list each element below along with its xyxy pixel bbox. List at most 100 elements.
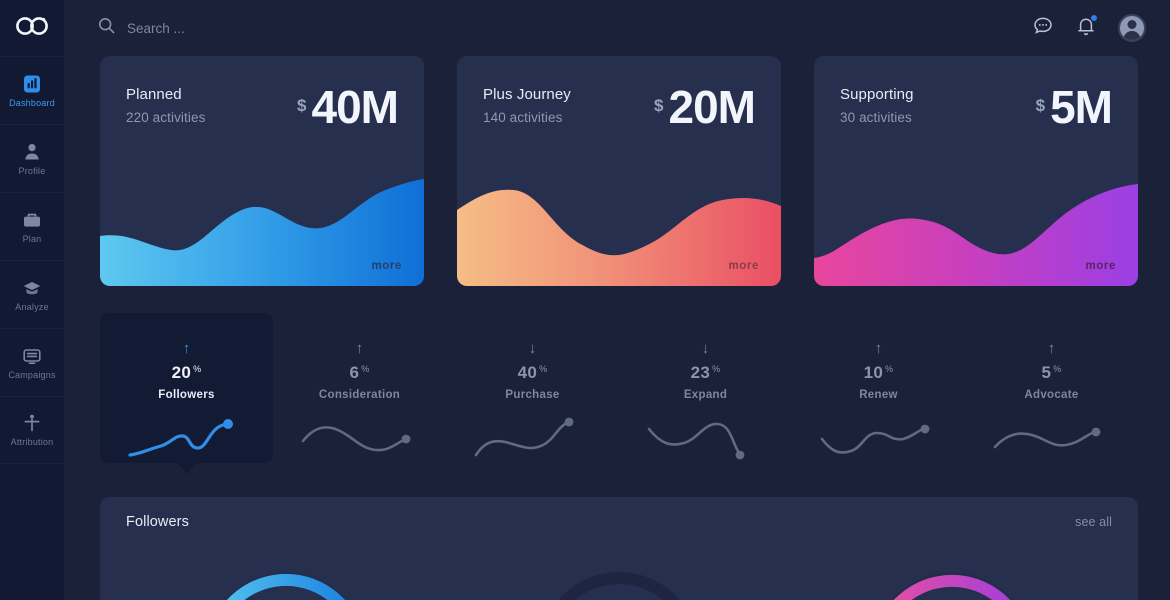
followers-panel: Followers see all — [100, 497, 1138, 600]
sidebar-item-campaigns[interactable]: Campaigns — [0, 328, 64, 396]
search-bar[interactable] — [98, 17, 1032, 39]
search-input[interactable] — [127, 20, 467, 36]
funnel-item-expand[interactable]: ↓ 23 % Expand — [619, 313, 792, 463]
funnel-value-number: 5 — [1041, 363, 1052, 382]
notification-badge — [1090, 13, 1098, 22]
kpi-text: Plus Journey 140 activities — [483, 86, 571, 125]
kpi-subtitle: 30 activities — [840, 110, 912, 125]
funnel-label: Expand — [683, 389, 728, 401]
sidebar-item-analyze[interactable]: Analyze — [0, 260, 64, 328]
kpi-header: Plus Journey 140 activities $ 20M — [457, 56, 781, 130]
gauges-row — [100, 552, 1138, 600]
sidebar-item-label: Plan — [22, 233, 42, 244]
user-icon — [22, 142, 42, 162]
kpi-currency: $ — [1035, 96, 1046, 115]
notifications-button[interactable] — [1076, 13, 1098, 42]
funnel-value-unit: % — [885, 364, 894, 374]
kpi-more-link[interactable]: more — [728, 260, 759, 272]
funnel-sparkline — [646, 415, 766, 463]
funnel-item-renew[interactable]: ↑ 10 % Renew — [792, 313, 965, 463]
funnel-label: Consideration — [318, 389, 401, 401]
gauge-followers-orange[interactable] — [453, 552, 786, 600]
arrow-up-icon: ↑ — [182, 340, 191, 357]
bar-chart-icon — [22, 74, 42, 94]
kpi-amount: $ 5M — [1035, 81, 1113, 133]
funnel-item-followers[interactable]: ↑ 20 % Followers — [100, 313, 273, 463]
kpi-cards-row: Planned 220 activities $ 40M more Plus J… — [64, 56, 1170, 286]
funnel-label: Purchase — [505, 389, 560, 401]
funnel-value: 5 % — [1041, 363, 1061, 383]
sidebar: Dashboard Profile Plan Analyze Campaigns… — [0, 0, 64, 600]
messages-button[interactable] — [1032, 15, 1054, 42]
avatar[interactable] — [1118, 14, 1146, 42]
gauge-followers-pink[interactable] — [785, 552, 1118, 600]
sidebar-item-dashboard[interactable]: Dashboard — [0, 56, 64, 124]
kpi-subtitle: 140 activities — [483, 110, 563, 125]
funnel-row: ↑ 20 % Followers ↑ 6 % Consideration ↓ 4… — [64, 313, 1170, 463]
followers-panel-header: Followers see all — [100, 497, 1138, 530]
app-logo[interactable] — [0, 0, 64, 56]
funnel-item-consideration[interactable]: ↑ 6 % Consideration — [273, 313, 446, 463]
arrow-up-icon: ↑ — [1047, 340, 1056, 357]
arrow-down-icon: ↓ — [701, 340, 710, 357]
graduation-cap-icon — [22, 278, 42, 298]
arrow-up-icon: ↑ — [874, 340, 883, 357]
kpi-title: Supporting — [840, 86, 914, 103]
funnel-label: Advocate — [1024, 389, 1079, 401]
topbar-actions — [1032, 13, 1146, 42]
funnel-value-unit: % — [1053, 364, 1062, 374]
funnel-value: 40 % — [518, 363, 548, 383]
kpi-more-link[interactable]: more — [1085, 260, 1116, 272]
funnel-value: 23 % — [691, 363, 721, 383]
page-title: Followers — [126, 514, 189, 530]
kpi-card-plus-journey[interactable]: Plus Journey 140 activities $ 20M more — [457, 56, 781, 286]
topbar — [64, 0, 1170, 56]
kpi-amount: $ 40M — [297, 81, 399, 133]
kpi-more-link[interactable]: more — [371, 260, 402, 272]
infinity-logo-icon — [15, 16, 49, 41]
kpi-header: Planned 220 activities $ 40M — [100, 56, 424, 130]
kpi-title: Plus Journey — [483, 86, 571, 103]
sidebar-item-attribution[interactable]: Attribution — [0, 396, 64, 464]
sidebar-item-label: Profile — [18, 165, 46, 176]
kpi-value: 5M — [1050, 81, 1113, 133]
kpi-currency: $ — [654, 96, 664, 115]
kpi-card-planned[interactable]: Planned 220 activities $ 40M more — [100, 56, 424, 286]
kpi-text: Planned 220 activities — [126, 86, 205, 125]
app-root: Dashboard Profile Plan Analyze Campaigns… — [0, 0, 1170, 600]
kpi-card-supporting[interactable]: Supporting 30 activities $ 5M more — [814, 56, 1138, 286]
person-arms-icon — [22, 413, 42, 433]
arrow-down-icon: ↓ — [528, 340, 537, 357]
funnel-value-number: 20 — [171, 363, 192, 382]
sidebar-item-profile[interactable]: Profile — [0, 124, 64, 192]
kpi-title: Planned — [126, 86, 182, 103]
funnel-value-number: 10 — [863, 363, 884, 382]
funnel-item-purchase[interactable]: ↓ 40 % Purchase — [446, 313, 619, 463]
funnel-value: 20 % — [172, 363, 202, 383]
sidebar-item-label: Dashboard — [9, 97, 55, 108]
funnel-sparkline — [300, 415, 420, 463]
sidebar-item-label: Campaigns — [8, 369, 56, 380]
arrow-up-icon: ↑ — [355, 340, 364, 357]
funnel-sparkline — [473, 415, 593, 463]
funnel-sparkline — [127, 415, 247, 463]
see-all-link[interactable]: see all — [1075, 515, 1112, 529]
sidebar-nav: Dashboard Profile Plan Analyze Campaigns… — [0, 56, 64, 464]
kpi-value: 20M — [668, 81, 756, 133]
sidebar-item-label: Analyze — [15, 301, 49, 312]
avatar-head — [1127, 20, 1137, 29]
avatar-body — [1123, 31, 1141, 40]
main-content: Planned 220 activities $ 40M — [64, 0, 1170, 600]
kpi-amount: $ 20M — [654, 81, 756, 133]
funnel-value-unit: % — [539, 364, 548, 374]
funnel-value-unit: % — [361, 364, 370, 374]
kpi-value: 40M — [311, 81, 399, 133]
funnel-sparkline — [819, 415, 939, 463]
gauge-followers-blue[interactable] — [120, 552, 453, 600]
funnel-value-unit: % — [193, 364, 202, 374]
funnel-item-advocate[interactable]: ↑ 5 % Advocate — [965, 313, 1138, 463]
kpi-header: Supporting 30 activities $ 5M — [814, 56, 1138, 130]
sidebar-item-plan[interactable]: Plan — [0, 192, 64, 260]
kpi-subtitle: 220 activities — [126, 110, 206, 125]
funnel-value-unit: % — [712, 364, 721, 374]
